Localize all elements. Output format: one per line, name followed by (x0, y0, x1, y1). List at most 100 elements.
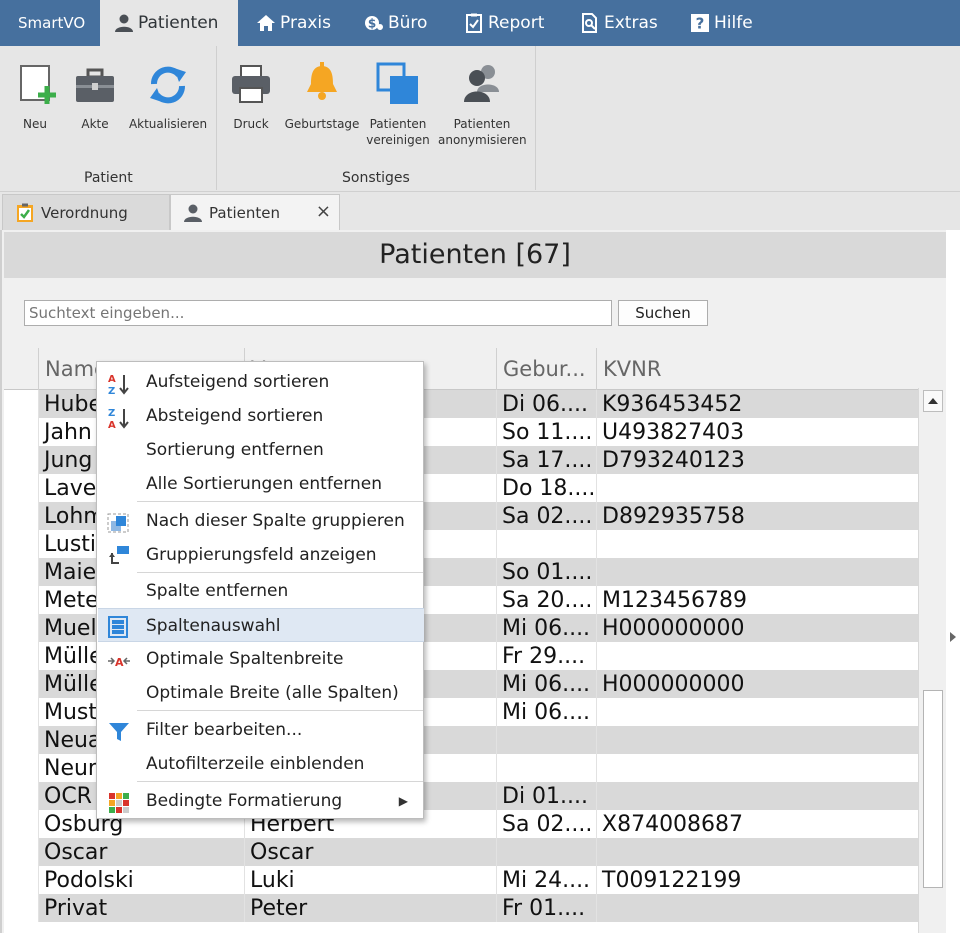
column-chooser-icon (107, 616, 131, 638)
app-window: SmartVO Patienten Praxis $ Büro Report E… (0, 0, 960, 933)
menu-report[interactable]: Report (464, 0, 544, 46)
cell-kvnr: H000000000 (596, 614, 920, 642)
refresh-icon (146, 60, 190, 108)
menu-remove-column[interactable]: Spalte entfernen (98, 574, 424, 608)
menu-label: Gruppierungsfeld anzeigen (146, 545, 377, 565)
conditional-formatting-icon (107, 791, 131, 813)
cell-kvnr: U493827403 (596, 418, 920, 446)
person-icon (183, 203, 203, 223)
merge-patients-button[interactable]: Patienten vereinigen (364, 60, 432, 148)
menu-separator (137, 501, 423, 502)
birthdays-button[interactable]: Geburtstage (284, 60, 360, 132)
cell-geburtsdatum: So 01.... (496, 558, 596, 586)
menu-label: Praxis (280, 13, 331, 33)
table-row[interactable]: Podolski Luki Mi 24.... T009122199 (38, 866, 920, 894)
svg-text:A: A (115, 656, 124, 669)
scroll-thumb[interactable] (923, 690, 943, 888)
menu-separator (137, 572, 423, 573)
menu-group-by-column[interactable]: Nach dieser Spalte gruppieren (98, 504, 424, 538)
new-patient-button[interactable]: Neu (10, 60, 60, 132)
menu-label: Büro (388, 13, 428, 33)
cell-kvnr: K936453452 (596, 390, 920, 418)
table-row[interactable]: Privat Peter Fr 01.... (38, 894, 920, 922)
merge-icon (376, 60, 420, 108)
submenu-arrow-icon: ▶ (398, 794, 408, 808)
menu-separator (137, 710, 423, 711)
tab-patienten[interactable]: Patienten × (170, 194, 340, 230)
cell-kvnr: H000000000 (596, 670, 920, 698)
cell-geburtsdatum: Sa 20.... (496, 586, 596, 614)
menu-show-autofilter-row[interactable]: Autofilterzeile einblenden (98, 747, 424, 781)
menu-best-fit-all[interactable]: Optimale Breite (alle Spalten) (98, 676, 424, 710)
menu-label: Absteigend sortieren (146, 406, 324, 426)
cell-name: Privat (38, 894, 244, 922)
menu-conditional-formatting[interactable]: Bedingte Formatierung ▶ (98, 784, 424, 818)
menu-buero[interactable]: $ Büro (364, 0, 427, 46)
menu-sort-ascending[interactable]: AZ Aufsteigend sortieren (98, 365, 424, 399)
search-button[interactable]: Suchen (618, 300, 708, 326)
menu-praxis[interactable]: Praxis (256, 0, 331, 46)
menu-hilfe[interactable]: ? Hilfe (690, 0, 753, 46)
group-separator (535, 46, 536, 190)
money-icon: $ (364, 13, 384, 33)
cell-geburtsdatum: Mi 06.... (496, 698, 596, 726)
tab-label: Verordnung (41, 203, 128, 222)
table-row[interactable]: Oscar Oscar (38, 838, 920, 866)
menu-show-group-panel[interactable]: Gruppierungsfeld anzeigen (98, 538, 424, 572)
cell-geburtsdatum: Do 18.... (496, 474, 596, 502)
clipboard-check-icon (464, 13, 484, 33)
vertical-scrollbar[interactable] (918, 388, 946, 933)
cell-kvnr (596, 782, 920, 810)
users-icon (460, 60, 504, 108)
menu-label: Nach dieser Spalte gruppieren (146, 511, 405, 531)
scroll-up-button[interactable] (923, 390, 943, 412)
menu-edit-filter[interactable]: Filter bearbeiten... (98, 713, 424, 747)
svg-text:Z: Z (108, 386, 115, 396)
person-icon (114, 13, 134, 33)
column-context-menu: AZ Aufsteigend sortieren ZA Absteigend s… (96, 361, 424, 819)
svg-text:A: A (108, 374, 116, 385)
expand-right-icon[interactable] (950, 632, 956, 642)
column-header-kvnr[interactable]: KVNR (596, 348, 920, 390)
menu-column-chooser[interactable]: Spaltenauswahl (98, 608, 424, 642)
column-header-geburtsdatum[interactable]: Gebur... (496, 348, 596, 390)
search-input[interactable] (24, 300, 612, 326)
cell-name: Podolski (38, 866, 244, 894)
app-name[interactable]: SmartVO (18, 0, 85, 46)
button-label-line2: anonymisieren (438, 133, 527, 147)
cell-geburtsdatum: Mi 06.... (496, 670, 596, 698)
cell-geburtsdatum: Fr 01.... (496, 894, 596, 922)
group-label-patient: Patient (84, 170, 133, 186)
menu-sort-descending[interactable]: ZA Absteigend sortieren (98, 399, 424, 433)
refresh-button[interactable]: Aktualisieren (126, 60, 210, 132)
menu-clear-sorting[interactable]: Sortierung entfernen (98, 433, 424, 467)
chevron-up-icon (928, 398, 938, 404)
menu-label: Aufsteigend sortieren (146, 372, 330, 392)
menu-label: Optimale Spaltenbreite (146, 649, 344, 669)
menu-label: Hilfe (714, 13, 753, 33)
close-tab-icon[interactable]: × (316, 201, 331, 222)
record-button[interactable]: Akte (70, 60, 120, 132)
anonymize-patients-button[interactable]: Patienten anonymisieren (438, 60, 527, 148)
sort-ascending-icon: AZ (107, 372, 131, 397)
cell-kvnr (596, 530, 920, 558)
svg-text:?: ? (696, 15, 705, 33)
button-label: Neu (23, 117, 47, 131)
tab-verordnung[interactable]: Verordnung (2, 194, 170, 230)
cell-geburtsdatum: Mi 24.... (496, 866, 596, 894)
cell-name: Oscar (38, 838, 244, 866)
cell-kvnr (596, 838, 920, 866)
document-search-icon (580, 13, 600, 33)
menu-label: Report (488, 13, 545, 33)
print-button[interactable]: Druck (226, 60, 276, 132)
button-label-line2: vereinigen (366, 133, 430, 147)
menu-patienten[interactable]: Patienten (100, 0, 238, 46)
cell-geburtsdatum: Di 06.... (496, 390, 596, 418)
cell-geburtsdatum (496, 754, 596, 782)
button-label: Geburtstage (284, 117, 360, 131)
cell-kvnr: D892935758 (596, 502, 920, 530)
menu-best-fit[interactable]: A Optimale Spaltenbreite (98, 642, 424, 676)
menu-clear-all-sorting[interactable]: Alle Sortierungen entfernen (98, 467, 424, 501)
menu-extras[interactable]: Extras (580, 0, 658, 46)
menu-label: Patienten (138, 13, 219, 33)
